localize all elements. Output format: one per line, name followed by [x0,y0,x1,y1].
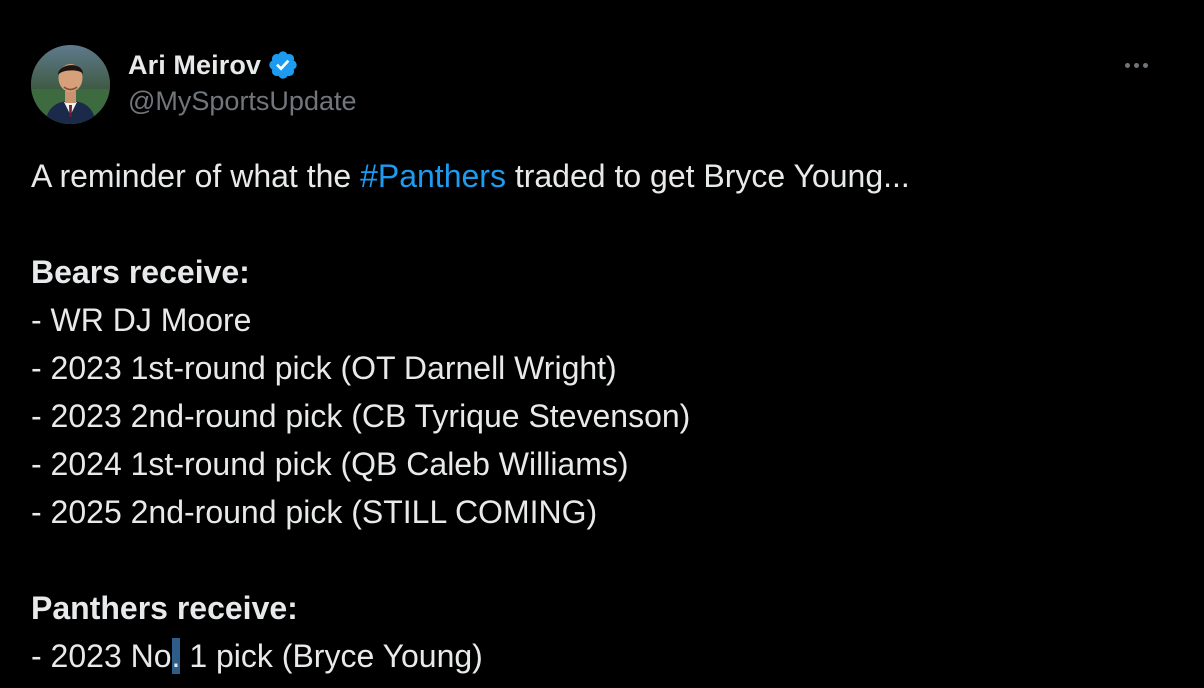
intro-line: A reminder of what the #Panthers traded … [31,152,1161,200]
tweet-text: A reminder of what the #Panthers traded … [31,152,1161,680]
handle[interactable]: @MySportsUpdate [128,86,357,117]
intro-text-before: A reminder of what the [31,158,361,194]
panthers-item-text: - 2023 No [31,638,172,674]
avatar[interactable] [31,45,110,124]
intro-text-after: traded to get Bryce Young... [505,158,910,194]
panthers-item-text-rest: 1 pick (Bryce Young) [180,638,483,674]
bears-item: - 2023 1st-round pick (OT Darnell Wright… [31,350,617,386]
name-row: Ari Meirov [128,48,357,82]
bears-item: - WR DJ Moore [31,302,252,338]
panthers-heading: Panthers receive: [31,590,298,626]
author-info: Ari Meirov @MySportsUpdate [128,48,357,117]
more-options-button[interactable] [1116,50,1156,78]
display-name[interactable]: Ari Meirov [128,50,261,81]
verified-badge-icon[interactable] [267,49,299,81]
more-horizontal-icon [1123,55,1150,73]
hashtag-link[interactable]: #Panthers [360,158,506,194]
bears-item: - 2025 2nd-round pick (STILL COMING) [31,494,598,530]
tweet: Ari Meirov @MySportsUpdate A reminder of… [0,0,1204,688]
bears-item: - 2024 1st-round pick (QB Caleb Williams… [31,446,629,482]
avatar-photo [31,45,110,124]
panthers-item: - 2023 No. 1 pick (Bryce Young) [31,632,1161,680]
bears-item: - 2023 2nd-round pick (CB Tyrique Steven… [31,398,691,434]
bears-heading: Bears receive: [31,254,250,290]
